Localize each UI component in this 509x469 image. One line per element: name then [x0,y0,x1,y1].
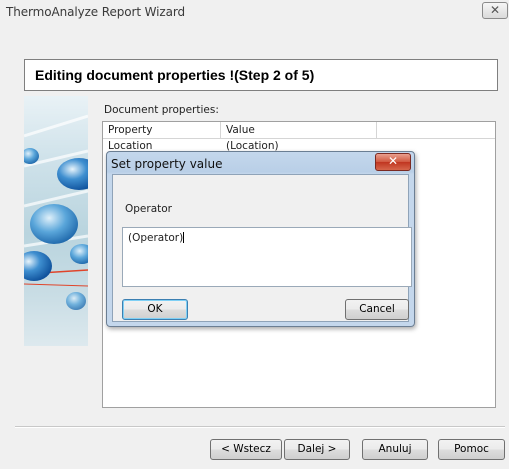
property-value-input[interactable]: (Operator) [122,227,412,287]
dialog-title: Set property value [111,157,223,171]
dialog-close-button[interactable]: ✕ [375,153,411,171]
field-label: Operator [125,203,172,215]
help-button[interactable]: Pomoc [438,439,505,460]
set-property-dialog: Set property value ✕ Operator (Operator)… [106,151,415,327]
back-button[interactable]: < Wstecz [210,439,282,460]
next-button[interactable]: Dalej > [284,439,350,460]
title-bar: ThermoAnalyze Report Wizard ✕ [0,0,509,40]
column-header-property[interactable]: Property [103,122,221,139]
property-value-text: (Operator) [128,232,184,244]
step-header: Editing document properties !(Step 2 of … [24,59,498,91]
dialog-body: Operator (Operator) OK Cancel [112,174,412,322]
document-properties-label: Document properties: [104,104,219,116]
window-close-button[interactable]: ✕ [482,2,508,19]
cancel-button[interactable]: Cancel [345,299,409,320]
text-caret [183,232,185,243]
column-header-value[interactable]: Value [221,122,377,139]
wizard-cancel-button[interactable]: Anuluj [362,439,428,460]
close-icon: ✕ [489,3,501,17]
step-title: Editing document properties !(Step 2 of … [35,67,315,83]
ok-button[interactable]: OK [122,299,188,320]
close-icon: ✕ [387,154,399,168]
column-header-empty [377,122,495,139]
wizard-side-image [24,96,88,346]
window-title: ThermoAnalyze Report Wizard [6,5,185,19]
molecule-illustration [24,114,88,310]
footer-separator [15,426,505,428]
